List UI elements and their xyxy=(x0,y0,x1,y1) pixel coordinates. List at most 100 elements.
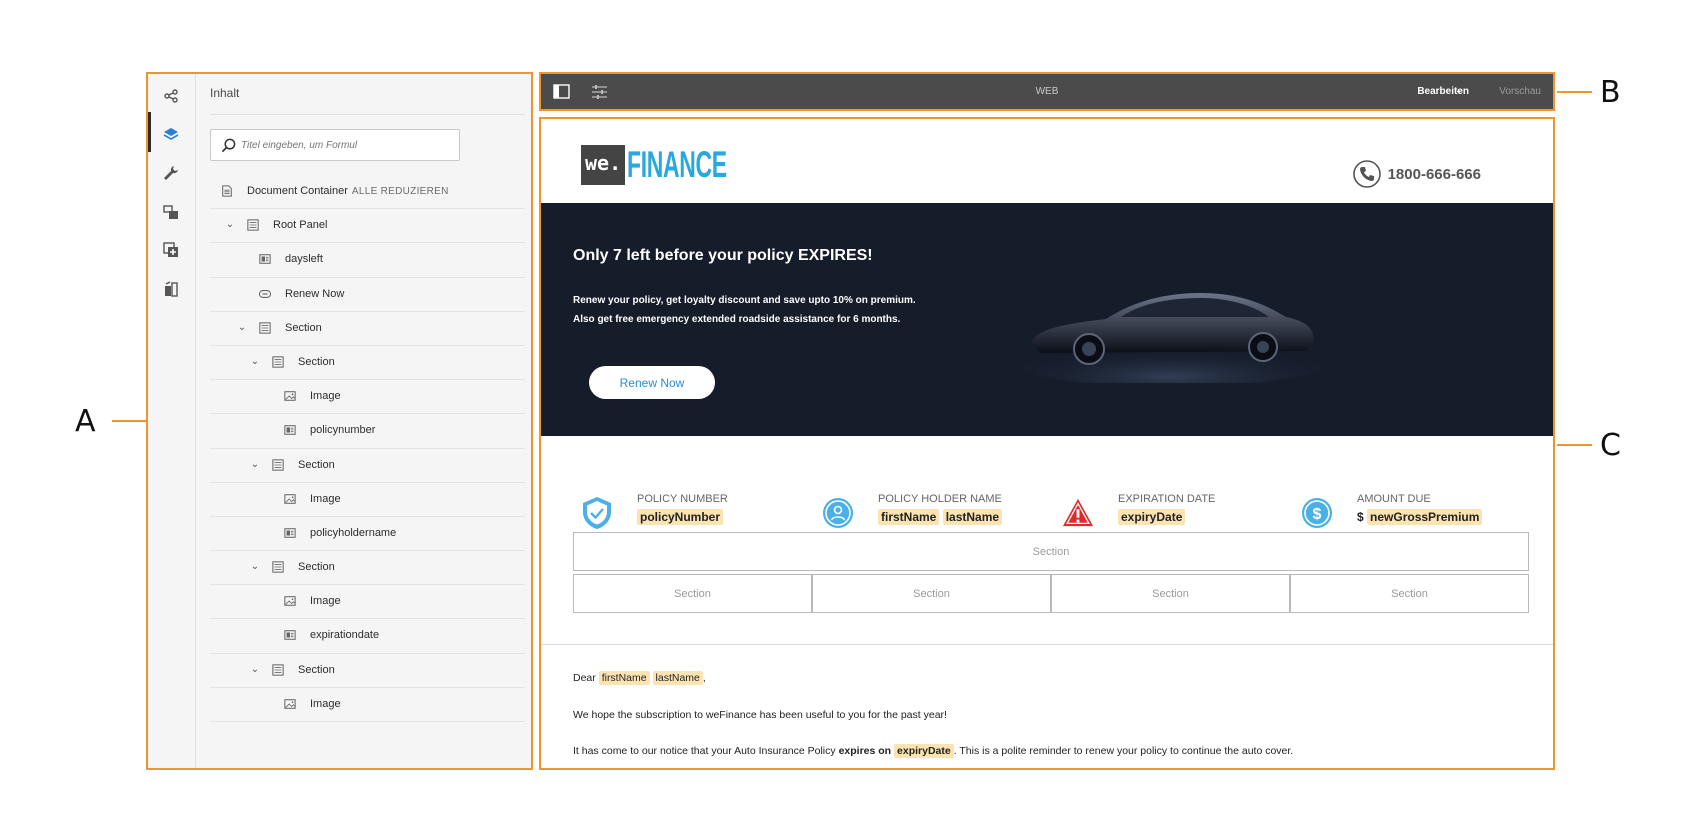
text-field-icon xyxy=(259,254,271,265)
info-value: policyNumber xyxy=(637,509,724,525)
panel-icon xyxy=(247,219,259,231)
image-icon xyxy=(284,699,296,709)
tree-item-section[interactable]: ⌄ Section xyxy=(210,551,525,586)
field-policy-number[interactable]: policyNumber xyxy=(637,509,724,525)
info-label: POLICY HOLDER NAME xyxy=(878,493,1002,505)
section-placeholder[interactable]: Section xyxy=(1051,574,1290,613)
share-icon[interactable] xyxy=(156,81,186,111)
chevron-down-icon[interactable]: ⌄ xyxy=(249,561,261,572)
tree-item-policynumber[interactable]: policynumber xyxy=(210,414,525,449)
document-icon xyxy=(222,185,232,197)
text-field-icon xyxy=(284,630,296,641)
chevron-down-icon[interactable]: ⌄ xyxy=(1455,85,1463,96)
add-fragment-icon[interactable] xyxy=(156,235,186,265)
tree-item-label: policynumber xyxy=(310,424,376,437)
assets-icon[interactable] xyxy=(156,274,186,304)
tree-item-section[interactable]: ⌄ Section xyxy=(210,346,525,381)
preview-button[interactable]: Vorschau xyxy=(1499,86,1541,97)
section-placeholder-main[interactable]: Section xyxy=(573,532,1529,571)
phone-icon xyxy=(1352,160,1381,188)
phone-number: 1800-666-666 xyxy=(1387,165,1481,183)
section-placeholder[interactable]: Section xyxy=(812,574,1051,613)
car-image xyxy=(1011,293,1331,383)
callout-line-b xyxy=(1557,91,1592,93)
field-first-name[interactable]: firstName xyxy=(598,671,650,685)
content-sidebar: Inhalt Document Container ALLE REDUZIEREN… xyxy=(146,72,533,770)
letter-text: It has come to our notice that your Auto… xyxy=(573,745,836,757)
tree-item-label: Image xyxy=(310,697,341,710)
panel-icon xyxy=(272,561,284,573)
text-field-icon xyxy=(284,425,296,436)
field-expiry-date[interactable]: expiryDate xyxy=(1118,509,1186,525)
tree-item-label: Image xyxy=(310,492,341,505)
tree-item-root-panel[interactable]: ⌄ Root Panel xyxy=(210,209,525,244)
chevron-down-icon[interactable]: ⌄ xyxy=(249,356,261,367)
tree-item-renew-now[interactable]: Renew Now xyxy=(210,278,525,312)
user-icon xyxy=(823,498,853,528)
tree-item-label: Image xyxy=(310,595,341,608)
device-label: WEB xyxy=(1035,86,1059,97)
info-value: firstName lastName xyxy=(878,509,1003,525)
image-icon xyxy=(284,493,296,504)
logo-finance: FINANCE xyxy=(627,144,727,185)
tree-item-section[interactable]: ⌄ Section xyxy=(210,654,525,688)
warning-icon xyxy=(1062,498,1094,527)
tree-item-label: Document Container xyxy=(247,185,348,197)
wefinance-logo: we. FINANCE xyxy=(581,145,788,185)
search-icon xyxy=(221,138,236,153)
section-placeholder[interactable]: Section xyxy=(1290,574,1529,613)
search-input[interactable] xyxy=(241,136,451,154)
callout-line-c xyxy=(1557,444,1592,446)
field-last-name[interactable]: lastName xyxy=(652,671,703,685)
info-label: EXPIRATION DATE xyxy=(1118,493,1216,505)
letter-emphasis: expires on xyxy=(838,745,892,757)
content-tree-area: Inhalt Document Container ALLE REDUZIEREN… xyxy=(197,74,531,768)
tree-item-section[interactable]: ⌄ Section xyxy=(210,449,525,483)
section-placeholder[interactable]: Section xyxy=(573,574,812,613)
tree-item-image[interactable]: Image xyxy=(210,483,525,517)
chevron-down-icon[interactable]: ⌄ xyxy=(236,322,248,333)
panel-icon xyxy=(272,663,284,676)
tree-item-daysleft[interactable]: daysleft xyxy=(210,243,525,278)
hero-text-line2: Also get free emergency extended roadsid… xyxy=(573,314,901,325)
field-first-name[interactable]: firstName xyxy=(878,509,940,525)
chevron-down-icon[interactable]: ⌄ xyxy=(249,664,261,675)
tree-item-image[interactable]: Image xyxy=(210,380,525,415)
image-icon xyxy=(284,391,296,401)
field-new-gross-premium[interactable]: newGrossPremium xyxy=(1367,509,1483,525)
field-expiry-date[interactable]: expiryDate xyxy=(894,744,954,758)
search-field[interactable] xyxy=(210,129,460,161)
field-last-name[interactable]: lastName xyxy=(942,509,1003,525)
tree-item-section[interactable]: ⌄ Section xyxy=(210,312,525,346)
text-field-icon xyxy=(284,528,296,538)
title-divider xyxy=(210,114,525,115)
tree-item-document-container[interactable]: Document Container ALLE REDUZIEREN xyxy=(210,175,525,210)
tree-item-image[interactable]: Image xyxy=(210,585,525,620)
callout-label-b: B xyxy=(1600,75,1621,110)
data-model-icon[interactable] xyxy=(156,197,186,227)
wrench-icon[interactable] xyxy=(156,158,186,188)
tree-item-label: Section xyxy=(298,458,335,471)
tree-item-label: Image xyxy=(310,390,341,403)
chevron-down-icon[interactable]: ⌄ xyxy=(224,219,236,230)
editor-toolbar: WEB Bearbeiten ⌄ Vorschau xyxy=(539,72,1555,111)
callout-line-a xyxy=(112,420,146,422)
info-value: expiryDate xyxy=(1118,509,1186,525)
tree-item-label: expirationdate xyxy=(310,629,380,642)
currency-symbol: $ xyxy=(1357,510,1364,524)
tree-item-policyholdername[interactable]: policyholdername xyxy=(210,517,525,552)
chevron-down-icon[interactable]: ⌄ xyxy=(249,459,261,470)
tree-item-label: Section xyxy=(285,321,322,334)
tree-item-expirationdate[interactable]: expirationdate xyxy=(210,619,525,654)
renew-now-button[interactable]: Renew Now xyxy=(589,366,715,399)
layers-icon[interactable] xyxy=(156,119,186,149)
tree-item-label: Renew Now xyxy=(285,287,345,300)
tree-item-label: Section xyxy=(298,663,335,676)
dollar-icon: $ xyxy=(1302,498,1332,528)
hero-text-line1: Renew your policy, get loyalty discount … xyxy=(573,295,916,306)
hero-text: Renew your policy, get loyalty discount … xyxy=(573,291,1053,329)
callout-label-c: C xyxy=(1600,428,1621,463)
panel-title: Inhalt xyxy=(210,86,240,100)
tree-item-image[interactable]: Image xyxy=(210,688,525,722)
collapse-all-link[interactable]: ALLE REDUZIEREN xyxy=(352,186,449,197)
